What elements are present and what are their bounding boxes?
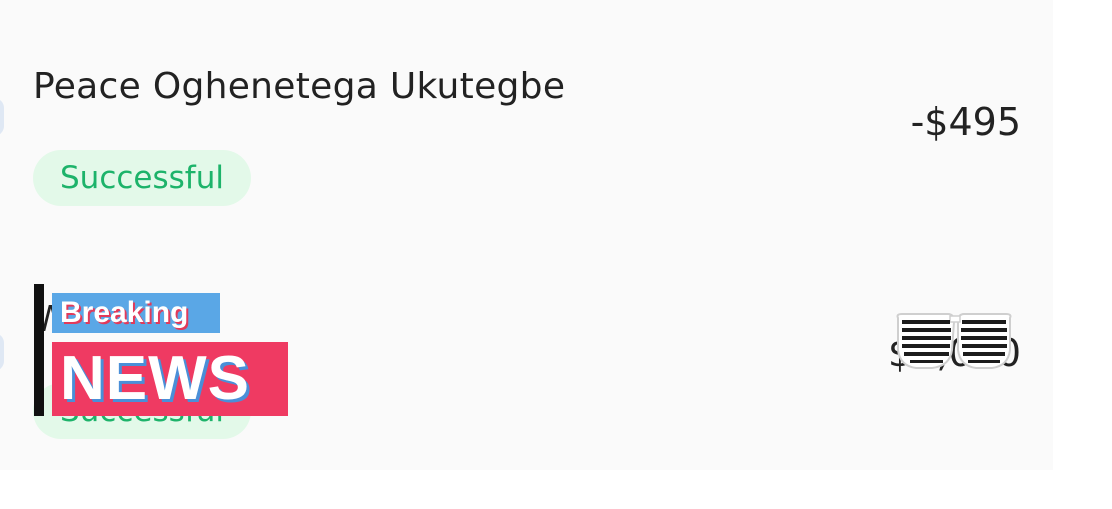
transaction-row[interactable]: Peace Oghenetega Ukutegbe -$495 Successf…	[0, 0, 1053, 235]
breaking-news-sticker: Breaking NEWS	[32, 284, 290, 418]
sticker-bar	[34, 284, 44, 416]
breaking-label: Breaking	[60, 296, 189, 329]
news-label: NEWS	[60, 344, 250, 413]
shutter-shades-icon	[896, 313, 1012, 369]
transaction-name: Peace Oghenetega Ukutegbe	[33, 66, 566, 107]
transaction-amount: -$495	[910, 100, 1021, 144]
avatar	[0, 333, 4, 371]
status-badge: Successful	[33, 150, 251, 206]
avatar	[0, 98, 4, 136]
